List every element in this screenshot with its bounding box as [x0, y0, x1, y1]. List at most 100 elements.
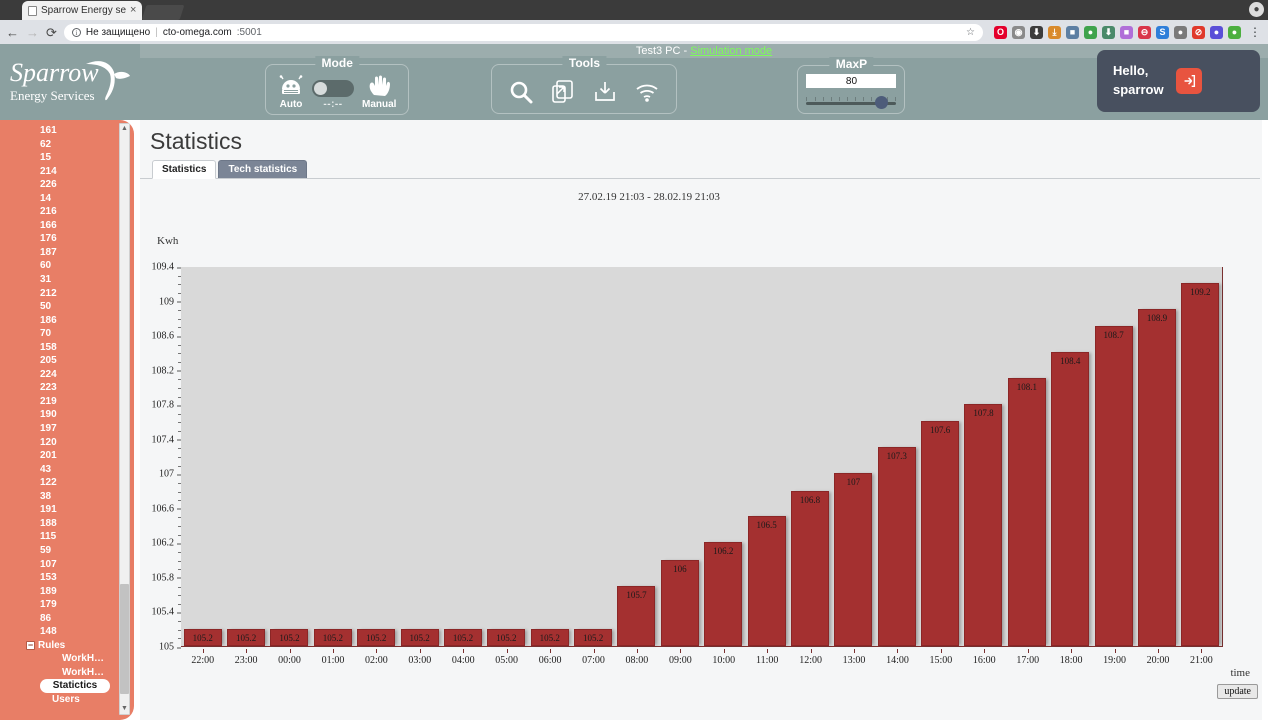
bar[interactable]: 108.7: [1094, 326, 1133, 646]
bar[interactable]: 105.2: [313, 628, 352, 646]
sidebar-item-workhours[interactable]: WorkH…: [40, 666, 114, 680]
sidebar-device-item[interactable]: 15: [40, 151, 114, 165]
bar[interactable]: 106.2: [704, 542, 743, 646]
browser-menu-icon[interactable]: ⋮: [1248, 25, 1262, 39]
bar[interactable]: 107.6: [921, 421, 960, 646]
sidebar-item-statistics[interactable]: Statictics: [40, 679, 110, 693]
sidebar-device-item[interactable]: 62: [40, 138, 114, 152]
info-icon[interactable]: i: [71, 27, 81, 37]
sidebar-scrollbar[interactable]: ▲ ▼: [119, 123, 130, 715]
sidebar-item-workhours[interactable]: WorkH…: [40, 652, 114, 666]
search-icon[interactable]: [504, 75, 538, 109]
block-icon[interactable]: ⊘: [1192, 25, 1205, 39]
bar[interactable]: 105.2: [487, 628, 526, 646]
blue-dot-icon[interactable]: ●: [1210, 25, 1223, 39]
sidebar-device-item[interactable]: 201: [40, 449, 114, 463]
purple-bag-icon[interactable]: ■: [1120, 25, 1133, 39]
tab-tech-statistics[interactable]: Tech statistics: [218, 160, 308, 178]
bar[interactable]: 108.9: [1137, 309, 1176, 646]
sidebar-device-item[interactable]: 161: [40, 124, 114, 138]
bar[interactable]: 106.8: [790, 490, 829, 646]
sidebar-device-item[interactable]: 120: [40, 436, 114, 450]
export-icon[interactable]: [546, 75, 580, 109]
sidebar-device-item[interactable]: 107: [40, 558, 114, 572]
globe-gray-icon[interactable]: ◉: [1012, 25, 1025, 39]
bar[interactable]: 107.8: [964, 404, 1003, 646]
bar[interactable]: 108.1: [1007, 378, 1046, 646]
bar[interactable]: 106.5: [747, 516, 786, 646]
green-circle-icon[interactable]: ●: [1228, 25, 1241, 39]
sidebar-device-item[interactable]: 214: [40, 165, 114, 179]
bar[interactable]: 107: [834, 473, 873, 646]
bar[interactable]: 105.2: [357, 628, 396, 646]
sidebar-device-item[interactable]: 223: [40, 381, 114, 395]
slider-handle[interactable]: [874, 95, 888, 109]
reload-icon[interactable]: ⟳: [46, 26, 57, 39]
opera-icon[interactable]: O: [994, 25, 1007, 39]
sidebar-device-item[interactable]: 219: [40, 395, 114, 409]
bar[interactable]: 105.2: [183, 628, 222, 646]
sidebar-device-item[interactable]: 205: [40, 354, 114, 368]
sidebar-device-item[interactable]: 186: [40, 314, 114, 328]
brand-logo[interactable]: Sparrow Energy Services: [0, 44, 140, 120]
maxp-value-input[interactable]: 80: [806, 73, 897, 88]
gray-globe-icon[interactable]: ●: [1174, 25, 1187, 39]
bar[interactable]: 105.2: [400, 628, 439, 646]
scrollbar-thumb[interactable]: [120, 584, 129, 694]
new-tab-button[interactable]: [142, 5, 185, 20]
logout-button[interactable]: [1175, 68, 1202, 94]
browser-tab[interactable]: Sparrow Energy se ×: [22, 1, 143, 20]
download-tray-icon[interactable]: ⤓: [1048, 25, 1061, 39]
evernote-icon[interactable]: ●: [1084, 25, 1097, 39]
download-arrow-icon[interactable]: ⬇: [1030, 25, 1043, 39]
sidebar-item-users[interactable]: Users: [40, 693, 114, 707]
mode-manual[interactable]: Manual: [362, 75, 396, 110]
wifi-icon[interactable]: [630, 75, 664, 109]
bar[interactable]: 105.2: [574, 628, 613, 646]
sidebar-device-item[interactable]: 153: [40, 571, 114, 585]
sidebar-device-item[interactable]: 190: [40, 408, 114, 422]
adblock-icon[interactable]: ⊖: [1138, 25, 1151, 39]
sidebar-item-rules[interactable]: − Rules: [26, 639, 114, 653]
sidebar-device-item[interactable]: 224: [40, 368, 114, 382]
sidebar-device-item[interactable]: 212: [40, 287, 114, 301]
uk-flag-icon[interactable]: ■: [1066, 25, 1079, 39]
sidebar-device-item[interactable]: 189: [40, 585, 114, 599]
sidebar-device-item[interactable]: 148: [40, 625, 114, 639]
sidebar-device-item[interactable]: 176: [40, 232, 114, 246]
bar[interactable]: 107.3: [877, 447, 916, 646]
mode-toggle-switch[interactable]: [312, 79, 354, 97]
sidebar-device-item[interactable]: 197: [40, 422, 114, 436]
sidebar-device-item[interactable]: 70: [40, 327, 114, 341]
bookmark-star-icon[interactable]: ☆: [966, 27, 975, 38]
sidebar-device-item[interactable]: 166: [40, 219, 114, 233]
sidebar-device-item[interactable]: 31: [40, 273, 114, 287]
profile-avatar-icon[interactable]: ●: [1249, 2, 1264, 17]
sidebar-device-item[interactable]: 158: [40, 341, 114, 355]
maxp-slider[interactable]: [806, 93, 897, 109]
bar[interactable]: 105.2: [227, 628, 266, 646]
sidebar-device-item[interactable]: 50: [40, 300, 114, 314]
sidebar-device-item[interactable]: 122: [40, 476, 114, 490]
address-bar[interactable]: i Не защищено | cto-omega.com :5001 ☆: [63, 23, 983, 41]
scroll-up-arrow-icon[interactable]: ▲: [120, 124, 129, 134]
forward-icon[interactable]: →: [26, 26, 39, 39]
tab-statistics[interactable]: Statistics: [152, 160, 217, 179]
bar[interactable]: 105.7: [617, 585, 656, 646]
sidebar-device-item[interactable]: 115: [40, 530, 114, 544]
sidebar-device-item[interactable]: 86: [40, 612, 114, 626]
sidebar-device-item[interactable]: 43: [40, 463, 114, 477]
update-button[interactable]: update: [1217, 684, 1258, 699]
sidebar-device-item[interactable]: 59: [40, 544, 114, 558]
close-icon[interactable]: ×: [130, 5, 136, 16]
bar[interactable]: 105.2: [530, 628, 569, 646]
sidebar-device-item[interactable]: 187: [40, 246, 114, 260]
sidebar-device-item[interactable]: 38: [40, 490, 114, 504]
scroll-down-arrow-icon[interactable]: ▼: [120, 704, 129, 714]
bar[interactable]: 105.2: [443, 628, 482, 646]
sidebar-device-item[interactable]: 191: [40, 503, 114, 517]
mode-auto[interactable]: Auto: [278, 74, 304, 110]
bar[interactable]: 109.2: [1181, 283, 1220, 646]
mode-toggle-group[interactable]: --:--: [312, 79, 354, 110]
bar[interactable]: 106: [660, 559, 699, 646]
